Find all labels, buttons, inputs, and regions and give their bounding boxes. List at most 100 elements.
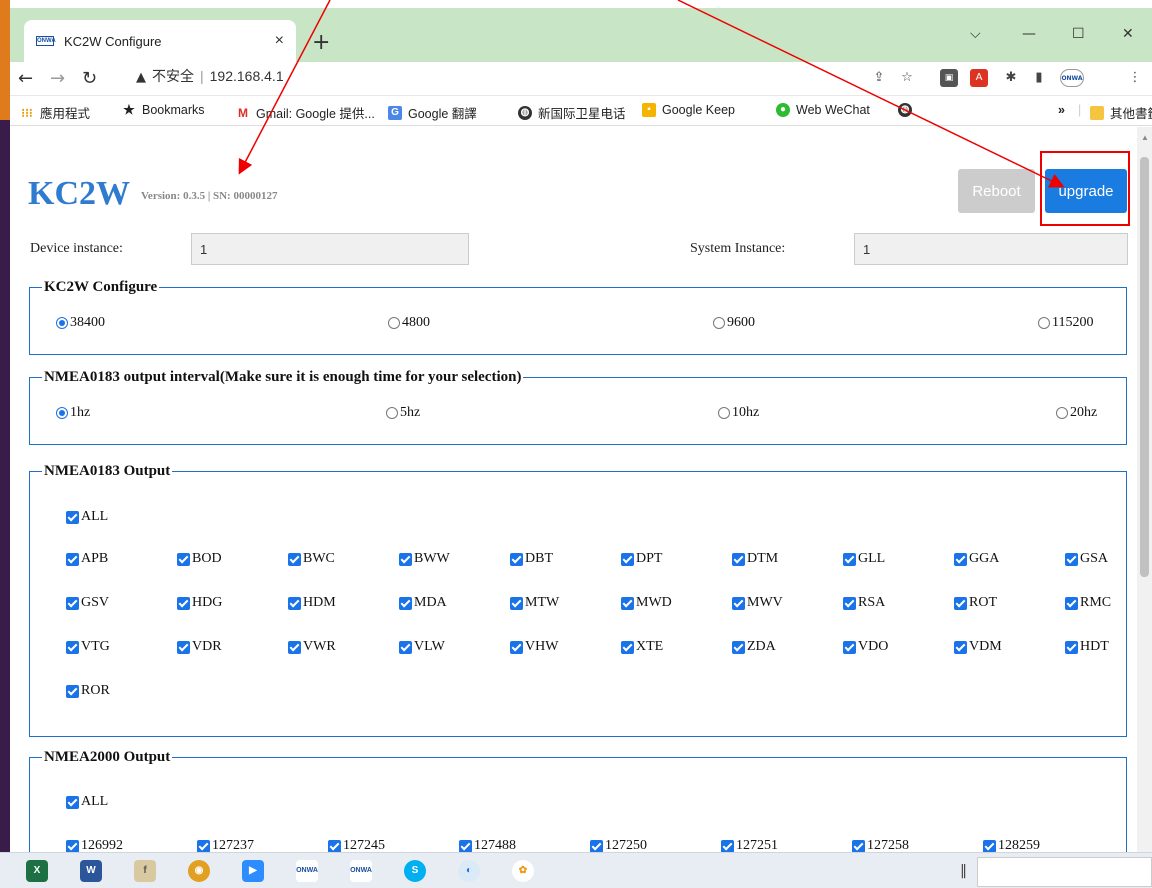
checkbox-checked-icon[interactable]	[732, 552, 745, 566]
radio-selected-icon[interactable]	[56, 407, 68, 419]
bookmark-apps[interactable]: ⁝⁝⁝ 應用程式	[20, 103, 90, 122]
star-icon[interactable]: ☆	[898, 69, 916, 87]
maximize-icon[interactable]: ☐	[1072, 26, 1085, 42]
checkbox-checked-icon[interactable]	[399, 596, 412, 610]
checkbox-checked-icon[interactable]	[843, 552, 856, 566]
checkbox-checked-icon[interactable]	[852, 839, 865, 852]
nmea0183-mwv-checkbox[interactable]: MWV	[732, 595, 783, 611]
checkbox-checked-icon[interactable]	[197, 839, 210, 852]
bookmark-wechat[interactable]: ● Web WeChat	[776, 103, 870, 117]
puzzle-icon[interactable]: ✱	[1002, 69, 1020, 87]
checkbox-checked-icon[interactable]	[621, 596, 634, 610]
reload-icon[interactable]: ↻	[82, 68, 97, 89]
nmea0183-dpt-checkbox[interactable]: DPT	[621, 551, 662, 567]
share-icon[interactable]: ⇪	[870, 69, 888, 87]
radio-icon[interactable]	[1038, 317, 1050, 329]
extension-icon[interactable]: ▣	[940, 69, 958, 87]
nmea0183-xte-checkbox[interactable]: XTE	[621, 639, 663, 655]
onwa-icon[interactable]: ONWA	[296, 860, 318, 882]
checkbox-checked-icon[interactable]	[954, 596, 967, 610]
interval-10hz-option[interactable]: 10hz	[718, 405, 759, 421]
bookmark-satellite-phone[interactable]: ◍ 新国际卫星电话	[518, 103, 626, 122]
zoom-icon[interactable]: ▶	[242, 860, 264, 882]
radio-icon[interactable]	[386, 407, 398, 419]
baud-4800-option[interactable]: 4800	[388, 315, 430, 331]
radio-icon[interactable]	[1056, 407, 1068, 419]
bookmark-bookmarks[interactable]: ★ Bookmarks	[122, 103, 204, 118]
nmea2000-127237-checkbox[interactable]: 127237	[197, 838, 254, 852]
checkbox-checked-icon[interactable]	[510, 596, 523, 610]
chrome-icon[interactable]: ◉	[188, 860, 210, 882]
nmea2000-all-checkbox[interactable]: ALL	[66, 794, 108, 810]
checkbox-checked-icon[interactable]	[66, 640, 79, 654]
edge-icon[interactable]: ◐	[458, 860, 480, 882]
nmea0183-vlw-checkbox[interactable]: VLW	[399, 639, 445, 655]
device-instance-input[interactable]	[191, 233, 469, 265]
checkbox-checked-icon[interactable]	[732, 640, 745, 654]
checkbox-checked-icon[interactable]	[621, 640, 634, 654]
skype-icon[interactable]: S	[404, 860, 426, 882]
checkbox-checked-icon[interactable]	[1065, 640, 1078, 654]
radio-icon[interactable]	[388, 317, 400, 329]
nmea0183-dtm-checkbox[interactable]: DTM	[732, 551, 778, 567]
checkbox-checked-icon[interactable]	[510, 552, 523, 566]
bookmark-keep[interactable]: ▪ Google Keep	[642, 103, 735, 117]
checkbox-checked-icon[interactable]	[66, 596, 79, 610]
checkbox-checked-icon[interactable]	[177, 552, 190, 566]
checkbox-checked-icon[interactable]	[621, 552, 634, 566]
nmea0183-mwd-checkbox[interactable]: MWD	[621, 595, 672, 611]
bookmark-globe[interactable]: ◍	[898, 103, 918, 117]
back-icon[interactable]: ←	[18, 68, 33, 89]
checkbox-checked-icon[interactable]	[399, 552, 412, 566]
nmea0183-gga-checkbox[interactable]: GGA	[954, 551, 999, 567]
checkbox-checked-icon[interactable]	[288, 640, 301, 654]
nmea2000-127251-checkbox[interactable]: 127251	[721, 838, 778, 852]
checkbox-checked-icon[interactable]	[66, 552, 79, 566]
nmea0183-hdg-checkbox[interactable]: HDG	[177, 595, 222, 611]
nmea0183-mtw-checkbox[interactable]: MTW	[510, 595, 559, 611]
nmea0183-apb-checkbox[interactable]: APB	[66, 551, 108, 567]
word-icon[interactable]: W	[80, 860, 102, 882]
nmea0183-vwr-checkbox[interactable]: VWR	[288, 639, 336, 655]
checkbox-checked-icon[interactable]	[66, 684, 79, 698]
checkbox-checked-icon[interactable]	[288, 552, 301, 566]
nmea0183-bww-checkbox[interactable]: BWW	[399, 551, 450, 567]
pdf-extension-icon[interactable]: A	[970, 69, 988, 87]
nmea0183-zda-checkbox[interactable]: ZDA	[732, 639, 776, 655]
checkbox-checked-icon[interactable]	[510, 640, 523, 654]
checkbox-checked-icon[interactable]	[66, 795, 79, 809]
nmea0183-bwc-checkbox[interactable]: BWC	[288, 551, 335, 567]
checkbox-checked-icon[interactable]	[732, 596, 745, 610]
nmea0183-all-checkbox[interactable]: ALL	[66, 509, 108, 525]
bookmark-translate[interactable]: G Google 翻譯	[388, 103, 477, 122]
nmea2000-127488-checkbox[interactable]: 127488	[459, 838, 516, 852]
reboot-button[interactable]: Reboot	[958, 169, 1035, 213]
checkbox-checked-icon[interactable]	[843, 640, 856, 654]
checkbox-checked-icon[interactable]	[954, 552, 967, 566]
nmea0183-gll-checkbox[interactable]: GLL	[843, 551, 885, 567]
checkbox-checked-icon[interactable]	[459, 839, 472, 852]
baud-9600-option[interactable]: 9600	[713, 315, 755, 331]
taskbar-search-box[interactable]	[977, 857, 1152, 887]
browser-tab[interactable]: ONWA KC2W Configure ×	[24, 20, 296, 62]
checkbox-checked-icon[interactable]	[66, 839, 79, 852]
onwa-gps-icon[interactable]: ONWA	[350, 860, 372, 882]
address-bar[interactable]: ▲ 不安全 | 192.168.4.1	[136, 66, 284, 86]
nmea2000-126992-checkbox[interactable]: 126992	[66, 838, 123, 852]
scroll-up-icon[interactable]: ▲	[1141, 133, 1149, 142]
nmea0183-mda-checkbox[interactable]: MDA	[399, 595, 447, 611]
bookmarks-overflow-button[interactable]: »	[1058, 103, 1065, 117]
checkbox-checked-icon[interactable]	[843, 596, 856, 610]
system-instance-input[interactable]	[854, 233, 1128, 265]
nmea0183-gsa-checkbox[interactable]: GSA	[1065, 551, 1108, 567]
profile-avatar-icon[interactable]: ONWA	[1060, 69, 1084, 87]
nmea0183-dbt-checkbox[interactable]: DBT	[510, 551, 553, 567]
radio-icon[interactable]	[713, 317, 725, 329]
checkbox-checked-icon[interactable]	[177, 596, 190, 610]
baud-115200-option[interactable]: 115200	[1038, 315, 1093, 331]
close-window-icon[interactable]: ✕	[1122, 26, 1134, 42]
new-tab-icon[interactable]: +	[312, 30, 330, 55]
checkbox-checked-icon[interactable]	[954, 640, 967, 654]
checkbox-checked-icon[interactable]	[1065, 552, 1078, 566]
nmea0183-hdm-checkbox[interactable]: HDM	[288, 595, 336, 611]
